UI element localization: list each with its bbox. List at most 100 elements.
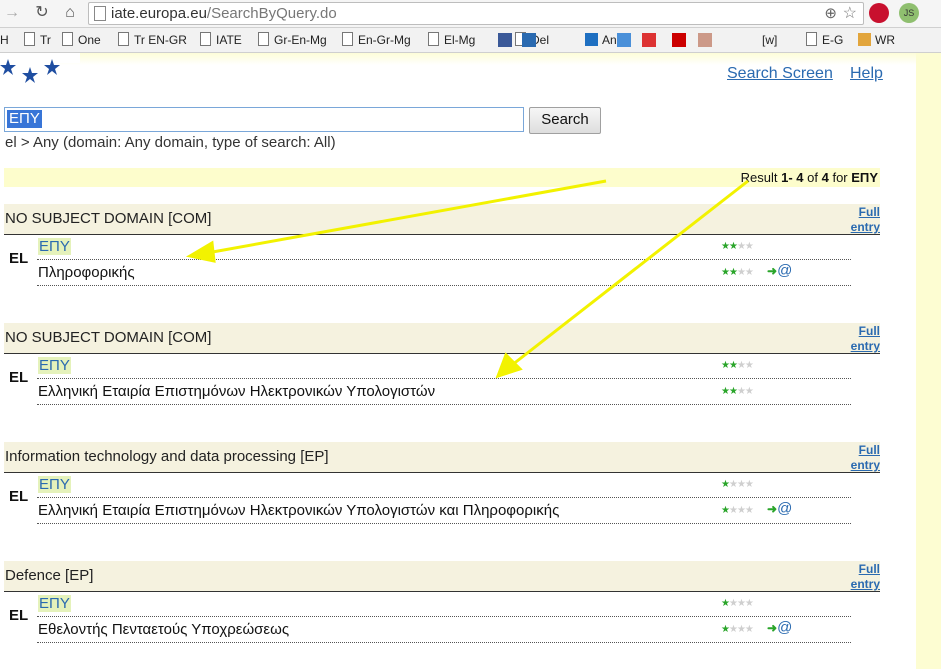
domain-title: Defence [EP] [5, 567, 94, 584]
bookmark-item[interactable]: Tr [24, 32, 51, 48]
page-icon [200, 32, 211, 46]
term-full-form: Εθελοντής Πενταετούς Υποχρεώσεως [38, 621, 290, 638]
flag-icon[interactable] [672, 33, 686, 47]
star-icon: ★ [736, 267, 746, 278]
star-icon: ★ [744, 598, 754, 609]
full-entry-link[interactable]: Full entry [851, 205, 880, 235]
bookmark-item[interactable]: E-G [806, 32, 843, 48]
reliability-rating: ★★★★ [721, 386, 754, 397]
result-summary: Result 1- 4 of 4 for ΕΠΥ [740, 170, 878, 185]
page-icon [94, 6, 106, 21]
bookmark-item[interactable]: One [62, 32, 101, 48]
term-row: Εθελοντής Πενταετούς Υποχρεώσεως ★★★★ ➜@ [37, 618, 851, 643]
star-icon: ★ [736, 598, 746, 609]
search-button[interactable]: Search [529, 107, 601, 134]
language-code: EL [9, 607, 29, 624]
domain-header: NO SUBJECT DOMAIN [COM] Full entry [4, 323, 880, 353]
domain-header: NO SUBJECT DOMAIN [COM] Full entry [4, 204, 880, 234]
linkedin-icon[interactable] [522, 33, 536, 47]
js-extension-icon[interactable]: JS [899, 3, 919, 23]
term-abbreviation: ΕΠΥ [38, 238, 71, 255]
bookmark-label: Tr [40, 33, 51, 47]
windows-icon[interactable] [642, 33, 656, 47]
page-content: Search Screen Help ΕΠΥ Search el > Any (… [0, 53, 941, 669]
help-link[interactable]: Help [850, 65, 883, 83]
star-icon: ★ [736, 360, 746, 371]
bookmarks-bar: H Tr One Tr EN-GR IATE Gr-En-Mg En-Gr-Mg El-Mg D… [0, 28, 941, 53]
language-code: EL [9, 369, 29, 386]
calendar-icon[interactable] [617, 33, 631, 47]
reload-icon[interactable]: ↻ [32, 3, 52, 23]
bookmark-label: Tr EN-GR [134, 33, 187, 47]
outlook-icon [585, 33, 598, 46]
search-input-value: ΕΠΥ [7, 110, 42, 128]
term-row: ΕΠΥ ★★★★ [37, 592, 851, 617]
bookmark-item[interactable]: H [0, 32, 9, 48]
star-icon: ★ [744, 241, 754, 252]
term-row: ΕΠΥ ★★★★ [37, 354, 851, 379]
star-icon: ★ [721, 505, 730, 516]
search-screen-link[interactable]: Search Screen [727, 65, 833, 83]
star-icon: ★ [721, 241, 730, 252]
term-row: Ελληνική Εταιρία Επιστημόνων Ηλεκτρονικώ… [37, 380, 851, 405]
avatar-icon[interactable] [698, 33, 712, 47]
star-icon: ★ [744, 386, 754, 397]
reliability-rating: ★★★★ [721, 360, 754, 371]
domain-header: Defence [EP] Full entry [4, 561, 880, 591]
bookmark-item[interactable]: IATE [200, 32, 242, 48]
language-code: EL [9, 488, 29, 505]
bookmark-label: El-Mg [444, 33, 476, 47]
star-icon: ★ [736, 241, 746, 252]
bookmark-item[interactable]: El-Mg [428, 32, 475, 48]
browser-toolbar: → ↻ ⌂ iate.europa.eu/SearchByQuery.do ⊕ … [0, 0, 941, 28]
reliability-rating: ★★★★ [721, 505, 754, 516]
facebook-icon[interactable] [498, 33, 512, 47]
reliability-rating: ★★★★ [721, 479, 754, 490]
star-icon: ★ [721, 360, 730, 371]
query-description: el > Any (domain: Any domain, type of se… [5, 134, 336, 151]
bookmark-label: [w] [762, 33, 778, 47]
full-entry-link[interactable]: Full entry [851, 562, 880, 592]
page-icon [428, 32, 439, 46]
domain-title: NO SUBJECT DOMAIN [COM] [5, 210, 212, 227]
right-margin [916, 53, 941, 669]
domain-title: Information technology and data processi… [5, 448, 329, 465]
zoom-icon[interactable]: ⊕ [824, 4, 837, 22]
search-input[interactable]: ΕΠΥ [4, 107, 524, 132]
page-icon [258, 32, 269, 46]
bookmark-item[interactable]: Tr EN-GR [118, 32, 187, 48]
header-band [60, 53, 916, 65]
address-bar[interactable]: iate.europa.eu/SearchByQuery.do ⊕ ☆ [88, 2, 864, 25]
result-summary-bar: Result 1- 4 of 4 for ΕΠΥ [4, 168, 880, 187]
bookmark-item[interactable]: Gr-En-Mg [258, 32, 327, 48]
star-icon: ★ [736, 624, 746, 635]
bookmark-item[interactable]: En-Gr-Mg [342, 32, 411, 48]
send-feedback-icon[interactable]: ➜@ [767, 619, 792, 636]
star-icon: ★ [744, 624, 754, 635]
send-feedback-icon[interactable]: ➜@ [767, 500, 792, 517]
reliability-rating: ★★★★ [721, 598, 754, 609]
language-code: EL [9, 250, 29, 267]
back-arrow-icon[interactable]: → [2, 3, 22, 23]
star-icon: ★ [728, 598, 738, 609]
home-icon[interactable]: ⌂ [60, 3, 80, 23]
bookmark-item[interactable]: Anl [585, 32, 619, 48]
bookmark-label: E-G [822, 33, 844, 47]
star-icon: ★ [721, 267, 730, 278]
bookmark-label: H [0, 33, 9, 47]
full-entry-link[interactable]: Full entry [851, 324, 880, 354]
star-icon: ★ [736, 505, 746, 516]
bookmark-item[interactable]: [w] [762, 32, 777, 48]
star-icon: ★ [721, 479, 730, 490]
full-entry-link[interactable]: Full entry [851, 443, 880, 473]
star-icon: ★ [744, 267, 754, 278]
bookmark-label: Gr-En-Mg [274, 33, 327, 47]
star-icon: ★ [728, 505, 738, 516]
star-icon: ★ [728, 360, 738, 371]
term-full-form: Ελληνική Εταιρία Επιστημόνων Ηλεκτρονικώ… [38, 383, 436, 400]
bookmark-item[interactable]: WR [858, 32, 895, 48]
bookmark-star-icon[interactable]: ☆ [843, 3, 857, 23]
adblock-icon[interactable] [869, 3, 889, 23]
send-feedback-icon[interactable]: ➜@ [767, 262, 792, 279]
term-row: Ελληνική Εταιρία Επιστημόνων Ηλεκτρονικώ… [37, 499, 851, 524]
